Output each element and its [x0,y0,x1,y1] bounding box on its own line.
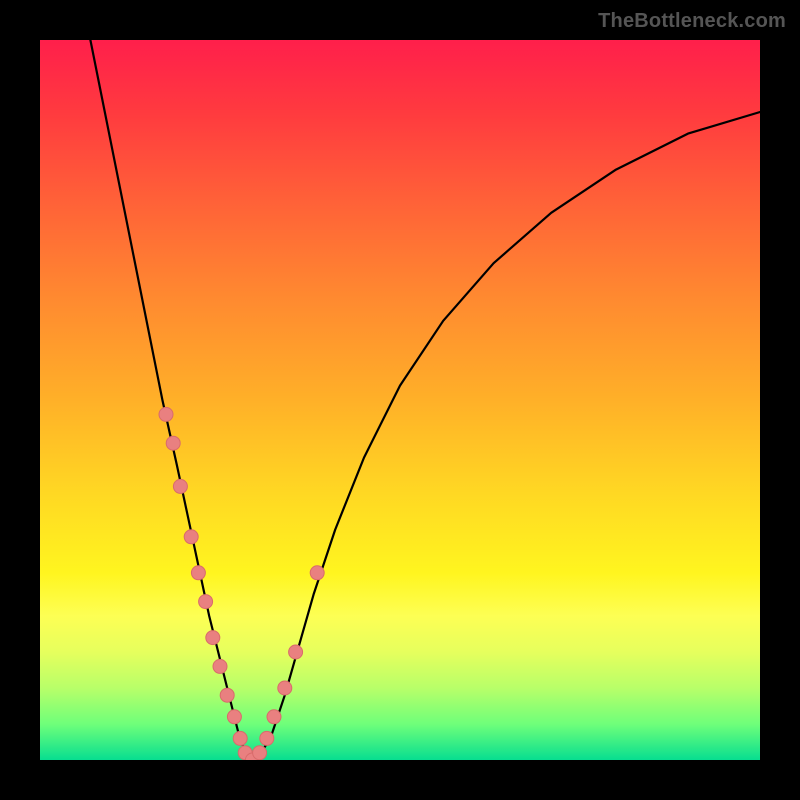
chart-frame: TheBottleneck.com [0,0,800,800]
sample-dot [184,530,198,544]
sample-dot [191,566,205,580]
sample-dot [260,731,274,745]
sample-dot [220,688,234,702]
sample-dot [159,407,173,421]
watermark-text: TheBottleneck.com [598,10,786,33]
sample-dot [245,753,259,760]
sample-dot [199,595,213,609]
sample-dot [238,746,252,760]
sample-dot [173,479,187,493]
sample-dot [310,566,324,580]
sample-dot [206,631,220,645]
sample-dot [278,681,292,695]
sample-dot [233,731,247,745]
sample-dot [289,645,303,659]
sample-dot [253,746,267,760]
sample-dot [227,710,241,724]
bottleneck-curve [40,40,760,760]
sample-dot [267,710,281,724]
sample-dot [213,659,227,673]
sample-dot [166,436,180,450]
gradient-background [40,40,760,760]
